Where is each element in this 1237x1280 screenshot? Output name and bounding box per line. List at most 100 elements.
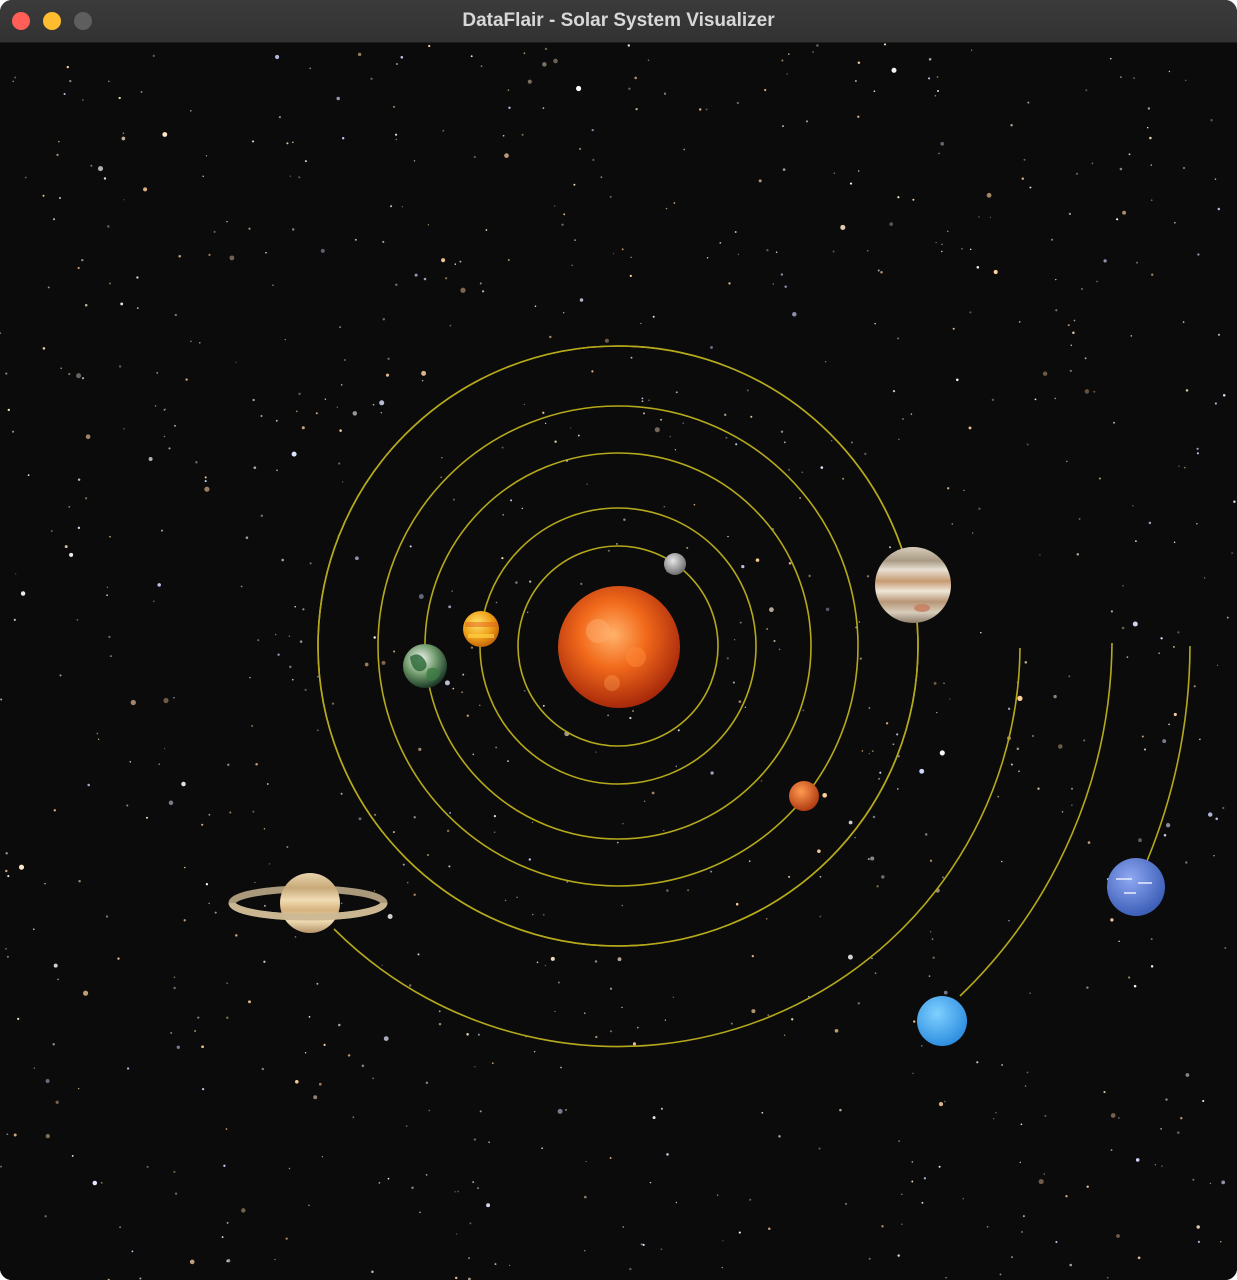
star	[1199, 738, 1201, 741]
star	[315, 412, 318, 415]
star	[874, 322, 876, 325]
star	[969, 311, 972, 314]
star	[660, 1248, 663, 1251]
star	[316, 729, 319, 732]
earth[interactable]	[403, 644, 447, 688]
star	[622, 823, 624, 825]
star	[85, 434, 91, 440]
star	[173, 697, 175, 699]
star	[1043, 1173, 1046, 1175]
star	[652, 1116, 656, 1120]
star	[473, 155, 476, 159]
star	[1173, 541, 1176, 544]
star	[229, 255, 235, 261]
star	[364, 662, 369, 667]
star	[18, 864, 25, 870]
star	[938, 1102, 944, 1107]
star	[0, 1165, 2, 1168]
star	[53, 809, 57, 812]
star	[733, 639, 736, 641]
star	[898, 438, 900, 440]
star	[1018, 770, 1020, 773]
mercury[interactable]	[664, 553, 686, 575]
star	[873, 90, 876, 93]
star	[880, 271, 883, 274]
star	[405, 1125, 408, 1127]
star	[669, 435, 671, 438]
star	[354, 238, 357, 241]
star	[71, 1154, 74, 1157]
star	[786, 73, 788, 75]
star	[855, 80, 857, 82]
star	[395, 63, 398, 65]
star	[183, 919, 186, 922]
star	[13, 618, 16, 622]
mars[interactable]	[789, 781, 819, 811]
neptune[interactable]	[1107, 858, 1165, 916]
star	[652, 315, 655, 318]
star	[495, 746, 497, 749]
star	[163, 409, 166, 411]
star	[226, 1221, 229, 1224]
star	[665, 207, 668, 210]
star	[60, 367, 62, 369]
star	[295, 1080, 299, 1084]
star	[783, 1034, 786, 1036]
star	[737, 253, 740, 256]
star	[373, 813, 377, 816]
star	[1086, 1185, 1089, 1188]
star	[1196, 1225, 1200, 1229]
star	[308, 1204, 310, 1207]
star	[901, 1193, 903, 1196]
uranus[interactable]	[917, 996, 967, 1046]
star	[941, 243, 943, 245]
star	[968, 426, 972, 430]
star	[213, 230, 216, 233]
star	[710, 870, 713, 873]
star	[1122, 585, 1124, 587]
star	[755, 558, 760, 562]
star	[379, 400, 385, 406]
jupiter[interactable]	[875, 547, 951, 623]
venus[interactable]	[463, 611, 499, 647]
star	[938, 1165, 941, 1168]
star	[778, 648, 781, 651]
star	[911, 1161, 914, 1163]
star	[352, 411, 358, 416]
star	[1182, 166, 1186, 170]
sun-icon	[558, 586, 680, 708]
star	[892, 743, 895, 746]
star	[938, 152, 940, 155]
star	[225, 1128, 228, 1130]
star	[573, 183, 576, 186]
star	[591, 370, 594, 373]
star	[553, 58, 558, 64]
star	[1087, 841, 1091, 844]
star	[317, 675, 319, 678]
star	[20, 591, 26, 596]
star	[383, 1036, 389, 1042]
star	[97, 166, 104, 172]
star	[912, 198, 915, 201]
star	[949, 698, 951, 700]
neptune-icon	[1107, 858, 1165, 916]
sun[interactable]	[558, 586, 680, 708]
star	[427, 224, 430, 226]
star	[1138, 838, 1142, 843]
star	[1128, 153, 1131, 156]
star	[1110, 918, 1114, 922]
star	[197, 1016, 200, 1019]
star	[808, 574, 811, 578]
star	[527, 79, 532, 84]
star	[822, 792, 828, 798]
title-bar[interactable]: DataFlair - Solar System Visualizer	[0, 0, 1237, 43]
star	[936, 711, 938, 714]
star	[477, 1187, 479, 1189]
star	[1137, 1256, 1141, 1260]
star	[1026, 1071, 1029, 1074]
star	[205, 883, 209, 886]
star	[706, 257, 709, 259]
star	[897, 196, 900, 199]
star	[121, 136, 126, 141]
star	[1034, 398, 1037, 401]
